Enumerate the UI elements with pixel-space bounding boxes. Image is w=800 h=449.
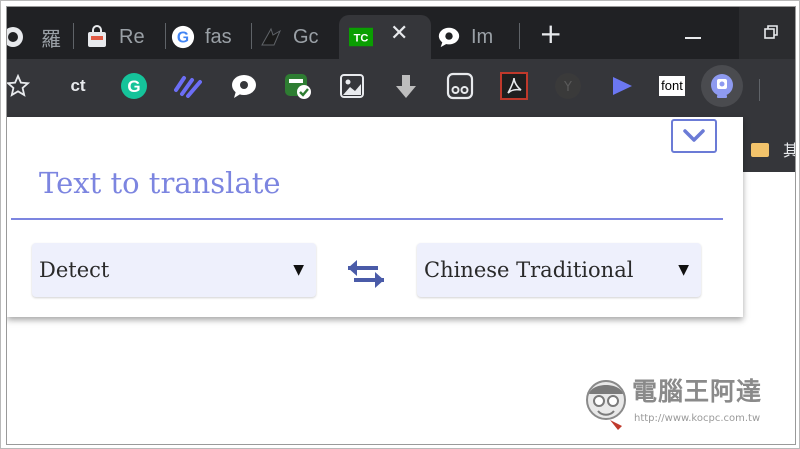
svg-text:G: G bbox=[177, 30, 189, 47]
translator-extension-icon[interactable] bbox=[701, 65, 743, 107]
text-to-translate-input[interactable] bbox=[39, 163, 679, 203]
translate-popup: Detect ▼ Chinese Traditional ▼ bbox=[7, 117, 743, 317]
tab-5-active[interactable]: TC bbox=[339, 15, 431, 59]
pdf-extension-icon[interactable] bbox=[499, 71, 529, 101]
tab-label: Gc bbox=[293, 25, 319, 48]
source-language-select[interactable]: Detect ▼ bbox=[32, 243, 316, 297]
image-extension-icon[interactable] bbox=[337, 71, 367, 101]
swap-arrows-icon bbox=[348, 260, 384, 288]
watermark-url: http://www.kocpc.com.tw bbox=[634, 413, 761, 424]
tab-divider bbox=[165, 23, 166, 49]
tab-divider bbox=[519, 23, 520, 49]
svg-text:G: G bbox=[127, 77, 140, 96]
download-arrow-icon[interactable] bbox=[391, 71, 421, 101]
tc-icon: TC bbox=[349, 25, 373, 49]
toolbar-divider bbox=[759, 79, 760, 101]
swap-languages-button[interactable] bbox=[343, 257, 389, 291]
tape-extension-icon[interactable] bbox=[445, 71, 475, 101]
close-tab-icon[interactable]: ✕ bbox=[390, 21, 408, 46]
watermark-title: 電腦王阿達 bbox=[632, 377, 763, 406]
bookmark-label[interactable]: 其 bbox=[783, 137, 795, 161]
tab-divider bbox=[251, 23, 252, 49]
bookmark-star-icon[interactable] bbox=[7, 71, 33, 101]
speech-bubble-extension-icon[interactable] bbox=[229, 71, 259, 101]
feather-icon bbox=[259, 25, 283, 49]
ct-extension-icon[interactable]: ct bbox=[63, 71, 93, 101]
google-icon: G bbox=[171, 25, 195, 49]
tab-strip: 羅 Re G fas Gc TC ✕ Im + bbox=[7, 7, 795, 59]
caret-down-icon: ▼ bbox=[293, 262, 304, 278]
bag-icon bbox=[85, 25, 109, 49]
stripes-extension-icon[interactable] bbox=[173, 71, 203, 101]
folder-icon[interactable] bbox=[751, 143, 769, 157]
tab-label: 羅 bbox=[41, 28, 61, 51]
collapse-button[interactable] bbox=[671, 119, 717, 153]
mascot-logo-icon bbox=[586, 380, 626, 430]
chevron-down-icon bbox=[683, 129, 705, 142]
restore-window-icon[interactable] bbox=[764, 25, 778, 39]
shield-check-extension-icon[interactable] bbox=[283, 71, 313, 101]
input-underline bbox=[11, 218, 723, 220]
tab-6[interactable]: Im bbox=[437, 15, 517, 59]
svg-text:Y: Y bbox=[563, 80, 572, 95]
caret-down-icon: ▼ bbox=[678, 262, 689, 278]
grammarly-icon[interactable]: G bbox=[119, 71, 149, 101]
tab-3[interactable]: G fas bbox=[171, 15, 243, 59]
source-language-value: Detect bbox=[39, 258, 110, 282]
globe-icon bbox=[7, 25, 31, 49]
tab-label: Re bbox=[119, 25, 145, 48]
chat-bubble-icon bbox=[437, 25, 461, 49]
dark-circle-extension-icon[interactable]: Y bbox=[553, 71, 583, 101]
tab-label: Im bbox=[471, 25, 494, 48]
tab-label: fas bbox=[205, 25, 232, 48]
minimize-icon[interactable] bbox=[685, 37, 701, 39]
play-extension-icon[interactable] bbox=[607, 71, 637, 101]
tab-1[interactable]: 羅 bbox=[7, 15, 67, 59]
tab-divider bbox=[73, 23, 74, 49]
svg-text:TC: TC bbox=[354, 33, 369, 45]
target-language-select[interactable]: Chinese Traditional ▼ bbox=[417, 243, 701, 297]
font-extension-icon[interactable]: font bbox=[655, 71, 689, 101]
extensions-toolbar: ct G Y font bbox=[7, 59, 795, 117]
tab-4[interactable]: Gc bbox=[259, 15, 331, 59]
new-tab-button[interactable]: + bbox=[539, 20, 562, 48]
tab-2[interactable]: Re bbox=[85, 15, 155, 59]
target-language-value: Chinese Traditional bbox=[424, 258, 634, 282]
watermark: 電腦王阿達 http://www.kocpc.com.tw bbox=[582, 372, 782, 432]
